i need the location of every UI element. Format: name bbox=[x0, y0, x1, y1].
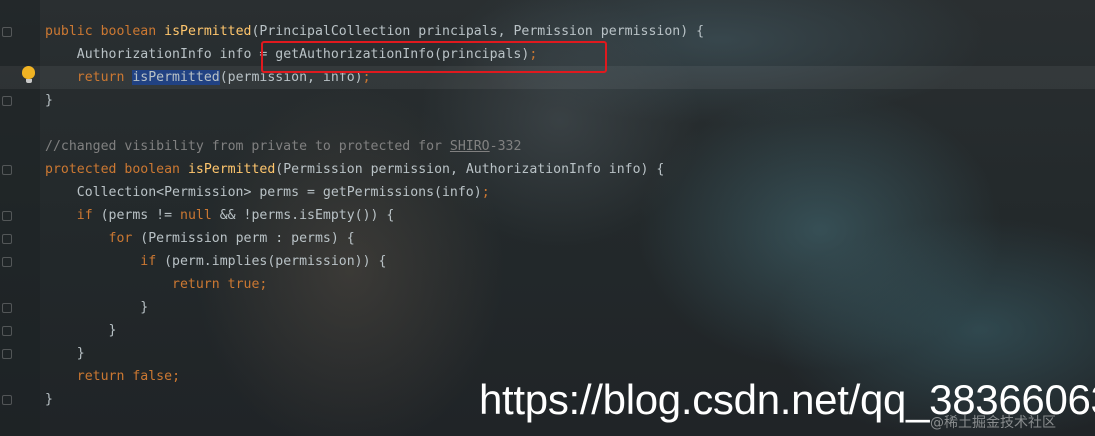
code-line: protected boolean isPermitted(Permission… bbox=[45, 162, 665, 177]
code-line: } bbox=[45, 323, 117, 338]
fold-marker-icon[interactable] bbox=[2, 349, 12, 359]
code-line: for (Permission perm : perms) { bbox=[108, 231, 355, 246]
fold-marker-icon[interactable] bbox=[2, 326, 12, 336]
fold-marker-icon[interactable] bbox=[2, 303, 12, 313]
fold-marker-icon[interactable] bbox=[2, 257, 12, 267]
fold-marker-icon[interactable] bbox=[2, 395, 12, 405]
code-line: if (perms != null && !perms.isEmpty()) { bbox=[76, 208, 395, 223]
code-line: public boolean isPermitted(PrincipalColl… bbox=[45, 24, 705, 39]
fold-marker-icon[interactable] bbox=[2, 211, 12, 221]
code-line: } bbox=[45, 346, 85, 361]
code-line: return true; bbox=[172, 277, 268, 292]
code-comment: //changed visibility from private to pro… bbox=[45, 139, 522, 154]
code-line: } bbox=[45, 93, 53, 108]
fold-marker-icon[interactable] bbox=[2, 96, 12, 106]
identifier-highlight: isPermitted bbox=[132, 70, 220, 85]
fold-marker-icon[interactable] bbox=[2, 234, 12, 244]
watermark-source: @稀土掘金技术社区 bbox=[930, 415, 1056, 431]
code-line: if (perm.implies(permission)) { bbox=[140, 254, 387, 269]
code-editor[interactable]: public boolean isPermitted(PrincipalColl… bbox=[45, 20, 704, 411]
fold-marker-icon[interactable] bbox=[2, 165, 12, 175]
code-line: } bbox=[45, 300, 149, 315]
code-line: Collection<Permission> perms = getPermis… bbox=[45, 185, 490, 200]
fold-marker-icon[interactable] bbox=[2, 27, 12, 37]
lightbulb-icon[interactable] bbox=[22, 66, 35, 83]
annotation-box bbox=[261, 41, 607, 73]
